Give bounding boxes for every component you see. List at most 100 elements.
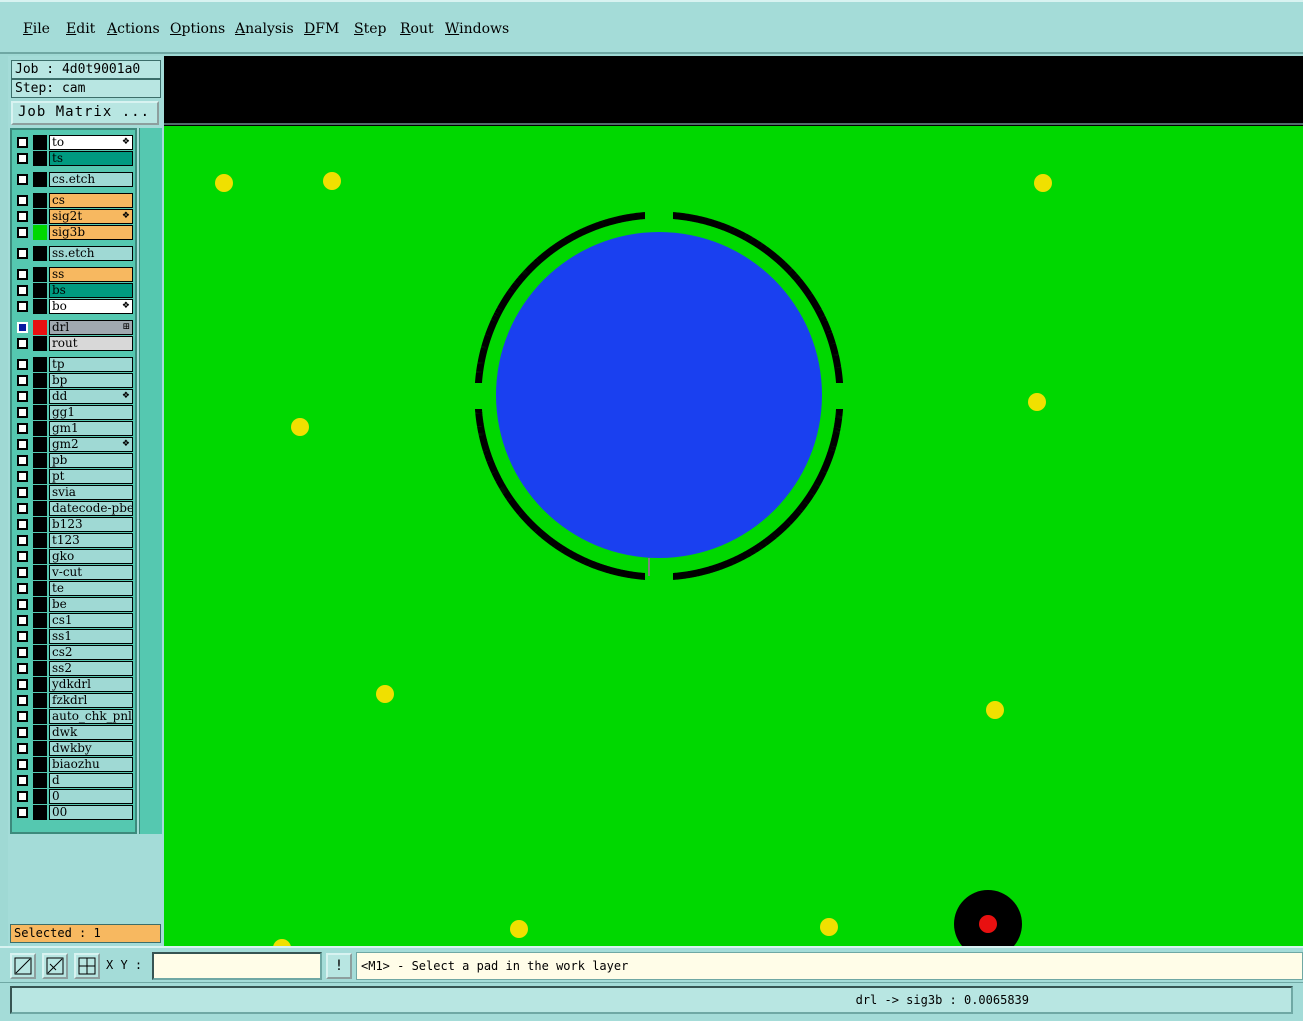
layer-color-swatch[interactable] [33,453,47,468]
layer-checkbox[interactable] [17,174,28,185]
layer-name[interactable]: ss2 [49,661,133,676]
graphic-canvas[interactable] [164,56,1303,946]
layer-name[interactable]: be [49,597,133,612]
layer-name[interactable]: rout [49,336,133,351]
layer-row-drl[interactable]: drl ⊞ [15,320,133,335]
layer-color-swatch[interactable] [33,373,47,388]
layer-row-gg1[interactable]: gg1 [15,405,133,420]
layer-row-ss1[interactable]: ss1 [15,629,133,644]
layer-row-to[interactable]: to ❖ [15,135,133,150]
layer-row-v-cut[interactable]: v-cut [15,565,133,580]
layer-row-datecode-pbe[interactable]: datecode-pbe [15,501,133,516]
layer-name[interactable]: gm2 [49,437,133,452]
layer-name[interactable]: ydkdrl [49,677,133,692]
layer-row-te[interactable]: te [15,581,133,596]
layer-row-dd[interactable]: dd ❖ [15,389,133,404]
layer-row-sig3b[interactable]: sig3b [15,225,133,240]
layer-checkbox[interactable] [17,153,28,164]
layer-row-gm1[interactable]: gm1 [15,421,133,436]
layer-name[interactable]: 0 [49,789,133,804]
layer-color-swatch[interactable] [33,773,47,788]
menu-rout[interactable]: Rout [400,21,434,37]
layer-name[interactable]: 00 [49,805,133,820]
layer-row-ydkdrl[interactable]: ydkdrl [15,677,133,692]
layer-color-swatch[interactable] [33,597,47,612]
layer-color-swatch[interactable] [33,501,47,516]
layer-row-gko[interactable]: gko [15,549,133,564]
layer-row-tp[interactable]: tp [15,357,133,372]
layer-row-auto_chk_pnl[interactable]: auto_chk_pnl [15,709,133,724]
layer-name[interactable]: ts [49,151,133,166]
layer-color-swatch[interactable] [33,246,47,261]
layer-name[interactable]: ss1 [49,629,133,644]
layer-name[interactable]: dd [49,389,133,404]
layer-checkbox[interactable] [17,471,28,482]
layer-color-swatch[interactable] [33,677,47,692]
layer-row-ss.etch[interactable]: ss.etch [15,246,133,261]
layer-color-swatch[interactable] [33,336,47,351]
zoom-window-button[interactable] [10,953,36,979]
menu-options[interactable]: Options [170,21,225,37]
layer-name[interactable]: to [49,135,133,150]
layer-name[interactable]: sig2t [49,209,133,224]
layer-color-swatch[interactable] [33,421,47,436]
layer-color-swatch[interactable] [33,533,47,548]
layer-checkbox[interactable] [17,195,28,206]
layer-checkbox[interactable] [17,743,28,754]
layer-color-swatch[interactable] [33,172,47,187]
layer-checkbox[interactable] [17,375,28,386]
layer-checkbox[interactable] [17,423,28,434]
layer-color-swatch[interactable] [33,725,47,740]
layer-name[interactable]: drl [49,320,133,335]
layer-checkbox[interactable] [17,503,28,514]
layer-color-swatch[interactable] [33,357,47,372]
layer-color-swatch[interactable] [33,789,47,804]
layer-color-swatch[interactable] [33,209,47,224]
layer-color-swatch[interactable] [33,225,47,240]
layer-checkbox[interactable] [17,269,28,280]
layer-color-swatch[interactable] [33,299,47,314]
menu-edit[interactable]: Edit [66,21,95,37]
layer-name[interactable]: bo [49,299,133,314]
layer-color-swatch[interactable] [33,661,47,676]
layer-color-swatch[interactable] [33,267,47,282]
layer-row-ss2[interactable]: ss2 [15,661,133,676]
layer-checkbox[interactable] [17,519,28,530]
layer-color-swatch[interactable] [33,613,47,628]
layer-name[interactable]: pt [49,469,133,484]
layer-name[interactable]: b123 [49,517,133,532]
layer-color-swatch[interactable] [33,629,47,644]
layer-color-swatch[interactable] [33,437,47,452]
layer-name[interactable]: auto_chk_pnl [49,709,133,724]
layer-row-t123[interactable]: t123 [15,533,133,548]
layer-name[interactable]: svia [49,485,133,500]
layer-list-scrollbar[interactable] [139,128,162,834]
info-button[interactable]: ! [326,953,352,979]
layer-row-be[interactable]: be [15,597,133,612]
layer-checkbox[interactable] [17,551,28,562]
layer-checkbox[interactable] [17,338,28,349]
layer-checkbox[interactable] [17,759,28,770]
layer-row-svia[interactable]: svia [15,485,133,500]
layer-row-gm2[interactable]: gm2 ❖ [15,437,133,452]
layer-color-swatch[interactable] [33,151,47,166]
layer-name[interactable]: biaozhu [49,757,133,772]
layer-name[interactable]: cs.etch [49,172,133,187]
layer-name[interactable]: pb [49,453,133,468]
layer-name[interactable]: gko [49,549,133,564]
layer-color-swatch[interactable] [33,565,47,580]
layer-row-fzkdrl[interactable]: fzkdrl [15,693,133,708]
layer-color-swatch[interactable] [33,485,47,500]
layer-color-swatch[interactable] [33,693,47,708]
layer-row-biaozhu[interactable]: biaozhu [15,757,133,772]
layer-checkbox[interactable] [17,535,28,546]
layer-row-cs[interactable]: cs [15,193,133,208]
layer-row-b123[interactable]: b123 [15,517,133,532]
layer-checkbox[interactable] [17,567,28,578]
layer-color-swatch[interactable] [33,709,47,724]
layer-checkbox[interactable] [17,583,28,594]
layer-checkbox[interactable] [17,599,28,610]
layer-color-swatch[interactable] [33,549,47,564]
layer-name[interactable]: cs2 [49,645,133,660]
layer-checkbox[interactable] [17,663,28,674]
